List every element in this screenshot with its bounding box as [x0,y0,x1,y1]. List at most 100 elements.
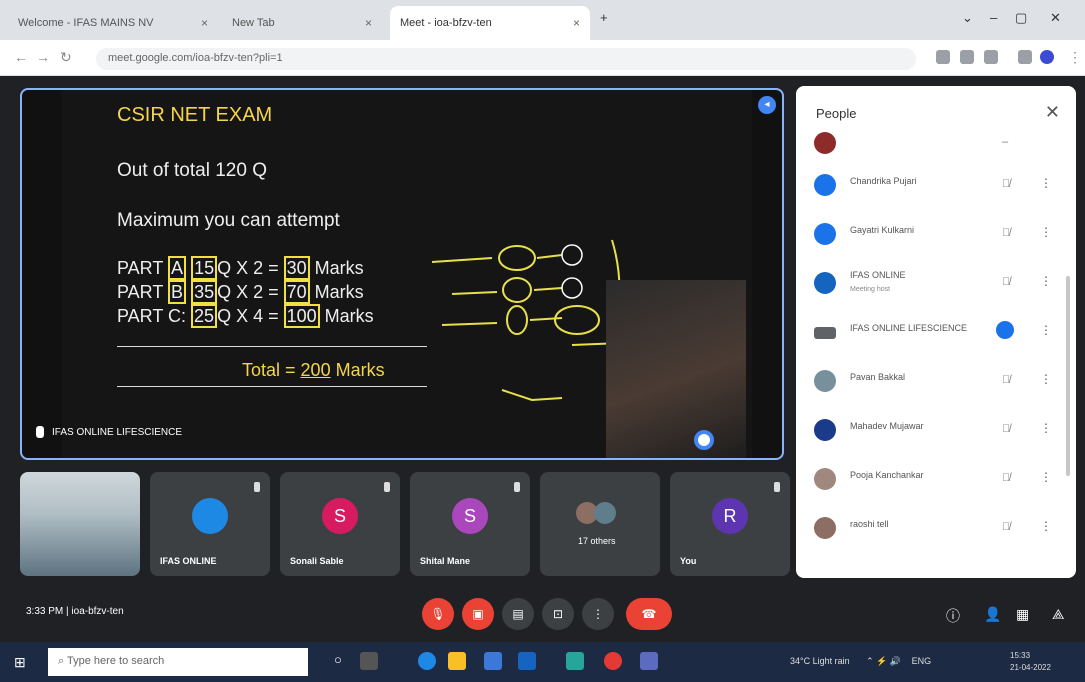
participant-tile[interactable]: S Shital Mane [410,472,530,576]
people-icon[interactable]: 👤 [984,606,1001,623]
more-icon[interactable]: ⋮ [1040,470,1052,484]
avatar: S [322,498,358,534]
others-count: 17 others [578,536,616,546]
pin-icon[interactable]: ◂ [758,96,776,114]
close-icon[interactable]: × [201,16,208,30]
part-questions: 35 [191,280,218,304]
chevron-down-icon[interactable]: ⌄ [962,10,973,26]
list-item[interactable]: Pavan Bakkal 🎙̸ ⋮ [796,358,1076,407]
edge-icon[interactable] [418,652,436,670]
task-view-icon[interactable] [360,652,378,670]
mic-icon [36,426,44,438]
star-icon[interactable] [984,50,998,64]
weather-text[interactable]: 34°C Light rain [790,656,850,666]
part-marks: 30 [283,256,310,280]
back-icon[interactable]: ← [14,49,28,65]
list-item[interactable]: Gayatri Kulkarni 🎙̸ ⋮ [796,211,1076,260]
meeting-code: ioa-bfzv-ten [71,606,124,617]
close-icon[interactable]: ✕ [1045,102,1060,123]
list-item[interactable]: raoshi tell 🎙̸ ⋮ [796,505,1076,554]
participant-tile-self[interactable]: R You [670,472,790,576]
mic-off-icon: 🎙̸ [1002,227,1011,239]
participant-name: You [680,556,697,566]
avatar: R [712,498,748,534]
captions-button[interactable]: ▤ [502,598,534,630]
file-explorer-icon[interactable] [448,652,466,670]
close-icon[interactable]: × [365,16,372,30]
puzzle-icon[interactable] [1018,50,1032,64]
meet-area: CSIR NET EXAM Out of total 120 Q Maximum… [0,76,1085,642]
clock[interactable]: 15:33 21-04-2022 [1010,650,1051,674]
tab-meet[interactable]: Meet - ioa-bfzv-ten × [390,6,590,40]
camera-toggle-button[interactable]: ▣ [462,598,494,630]
more-options-button[interactable]: ⋮ [582,598,614,630]
language-indicator[interactable]: ENG [912,656,932,666]
more-icon[interactable]: ⋮ [1040,274,1052,288]
browser-tab-bar: Welcome - IFAS MAINS NV × New Tab × Meet… [0,0,1085,40]
tab-label: Meet - ioa-bfzv-ten [400,17,492,29]
scrollbar[interactable] [1066,276,1070,476]
part-suffix: Marks [309,282,364,302]
tab-welcome[interactable]: Welcome - IFAS MAINS NV × [8,6,218,40]
more-icon[interactable]: ⋮ [1040,372,1052,386]
url-field[interactable]: meet.google.com/ioa-bfzv-ten?pli=1 [96,48,916,70]
end-call-button[interactable]: ☎ [626,598,672,630]
part-row: PART B 35 Q X 2 = 70 Marks [117,280,364,304]
reload-icon[interactable]: ↻ [60,49,72,66]
part-prefix: PART [117,258,169,278]
minimize-button[interactable]: – [990,10,997,25]
presenter-camera [606,280,746,458]
chat-icon[interactable]: ▦ [1016,606,1029,623]
participant-tile[interactable]: S Sonali Sable [280,472,400,576]
more-icon[interactable]: ⋮ [1068,49,1082,66]
mic-off-icon [254,482,260,492]
close-window-button[interactable]: ✕ [1050,10,1061,26]
list-item[interactable]: IFAS ONLINE Meeting host 🎙̸ ⋮ [796,260,1076,309]
chrome-icon[interactable] [604,652,622,670]
app-icon[interactable] [640,652,658,670]
profile-avatar[interactable] [1040,50,1054,64]
total-suffix: Marks [330,360,385,380]
forward-icon[interactable]: → [36,49,50,65]
avatar [814,468,836,490]
more-icon[interactable]: ⋮ [1040,323,1052,337]
list-item[interactable]: Chandrika Pujari 🎙̸ ⋮ [796,162,1076,211]
cortana-icon[interactable]: ○ [334,652,352,670]
more-icon[interactable]: ⋮ [1040,519,1052,533]
store-icon[interactable] [484,652,502,670]
part-suffix: Marks [319,306,374,326]
list-item[interactable]: Pooja Kanchankar 🎙̸ ⋮ [796,456,1076,505]
tray-icons[interactable]: ⌃ ⚡ 🔊 [866,656,901,666]
close-icon[interactable]: × [573,16,580,30]
taskbar-search[interactable]: ⌕ Type here to search [48,648,308,676]
activities-icon[interactable]: ⟁ [1052,606,1065,623]
maximize-button[interactable]: ▢ [1015,10,1027,26]
list-item[interactable]: Mahadev Mujawar 🎙̸ ⋮ [796,407,1076,456]
system-tray: 34°C Light rain ⌃ ⚡ 🔊 ENG [790,656,931,667]
more-icon[interactable]: ⋮ [1040,421,1052,435]
mic-off-icon: 🎙̸ [1002,472,1011,484]
divider [117,386,427,387]
mic-toggle-button[interactable]: 🎙 [422,598,454,630]
others-tile[interactable]: 17 others [540,472,660,576]
mail-icon[interactable] [518,652,536,670]
app-icon[interactable] [566,652,584,670]
more-icon[interactable]: ⋮ [1040,225,1052,239]
divider [117,346,427,347]
tab-new[interactable]: New Tab × [222,6,382,40]
extension-icon[interactable] [936,50,950,64]
share-icon[interactable] [960,50,974,64]
mic-off-icon: 🎙̸ [1002,178,1011,190]
new-tab-button[interactable]: + [600,10,608,25]
meeting-control-bar: 3:33 PM | ioa-bfzv-ten 🎙 ▣ ▤ ⊡ ⋮ ☎ ⓘ 👤 ▦… [0,586,1085,642]
list-item[interactable]: IFAS ONLINE LIFESCIENCE ⋮ [796,309,1076,358]
participant-tile[interactable]: IFAS ONLINE [150,472,270,576]
list-item[interactable]: – [796,132,1076,162]
present-button[interactable]: ⊡ [542,598,574,630]
mic-off-icon [774,482,780,492]
participant-tile[interactable] [20,472,140,576]
more-icon[interactable]: ⋮ [1040,176,1052,190]
windows-start-icon[interactable]: ⊞ [14,654,26,671]
avatar [814,223,836,245]
info-icon[interactable]: ⓘ [946,606,960,626]
